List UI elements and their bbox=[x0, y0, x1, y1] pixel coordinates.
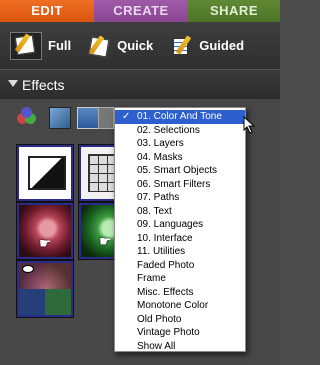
dropdown-option[interactable]: Misc. Effects bbox=[115, 286, 245, 300]
effects-panel-header[interactable]: Effects bbox=[0, 69, 280, 100]
full-mode-label: Full bbox=[48, 38, 72, 53]
dropdown-option-label: Monotone Color bbox=[137, 300, 209, 311]
dropdown-option-label: Frame bbox=[137, 273, 166, 284]
checkmark-icon: ✓ bbox=[122, 111, 131, 122]
guided-edit-icon bbox=[167, 34, 193, 57]
dropdown-option-label: 08. Text bbox=[137, 205, 172, 217]
dropdown-option-label: Old Photo bbox=[137, 313, 182, 325]
dropdown-option[interactable]: 09. Languages bbox=[115, 218, 245, 232]
dropdown-option-label: 01. Color And Tone bbox=[137, 111, 222, 122]
dropdown-option-label: 10. Interface bbox=[137, 232, 193, 244]
hand-cursor-icon: ☛ bbox=[39, 235, 52, 251]
workspace-tabs: EDIT CREATE SHARE bbox=[0, 0, 280, 22]
dropdown-option[interactable]: 10. Interface bbox=[115, 232, 245, 246]
filters-icon[interactable] bbox=[49, 107, 71, 129]
effect-thumbnail-contrast[interactable] bbox=[17, 145, 73, 201]
effects-category-dropdown[interactable]: ✓ 01. Color And Tone 02. Selections 03. Lay… bbox=[114, 107, 246, 352]
eye-icon bbox=[22, 265, 34, 273]
tab-edit[interactable]: EDIT bbox=[0, 0, 94, 22]
dropdown-option-label: 09. Languages bbox=[137, 219, 204, 230]
guided-mode-label: Guided bbox=[199, 38, 245, 53]
dropdown-option-label: 06. Smart Filters bbox=[137, 178, 211, 190]
dropdown-option-label: Misc. Effects bbox=[137, 286, 194, 298]
dropdown-option[interactable]: 08. Text bbox=[115, 205, 245, 219]
edit-mode-bar: Full Quick Guided bbox=[0, 22, 280, 69]
dropdown-option-label: 07. Paths bbox=[137, 192, 180, 203]
dropdown-option[interactable]: 05. Smart Objects bbox=[115, 164, 245, 178]
dropdown-option-label: Faded Photo bbox=[137, 259, 195, 271]
collapse-triangle-icon[interactable] bbox=[8, 80, 18, 87]
dropdown-option[interactable]: Frame bbox=[115, 272, 245, 286]
dropdown-option[interactable]: 04. Masks bbox=[115, 151, 245, 165]
quick-edit-icon bbox=[85, 34, 111, 57]
effect-thumbnail-red-apple[interactable]: ☛ bbox=[17, 203, 73, 259]
dropdown-option-label: Vintage Photo bbox=[137, 327, 200, 338]
photo-effects-icon[interactable] bbox=[98, 107, 114, 129]
dropdown-option-label: 04. Masks bbox=[137, 151, 183, 163]
dropdown-option[interactable]: ✓ 01. Color And Tone bbox=[115, 110, 245, 124]
dropdown-option-label: 05. Smart Objects bbox=[137, 165, 218, 176]
dropdown-option-label: Show All bbox=[137, 340, 176, 352]
dropdown-option[interactable]: Faded Photo bbox=[115, 259, 245, 273]
dropdown-option[interactable]: 03. Layers bbox=[115, 137, 245, 151]
layer-styles-icon[interactable] bbox=[77, 107, 99, 129]
hand-cursor-icon: ☛ bbox=[99, 233, 112, 249]
dropdown-option[interactable]: 07. Paths bbox=[115, 191, 245, 205]
tab-share[interactable]: SHARE bbox=[188, 0, 280, 22]
full-edit-icon bbox=[10, 31, 42, 60]
dropdown-option-label: 11. Utilities bbox=[137, 246, 186, 257]
quick-mode-button[interactable]: Quick bbox=[85, 34, 154, 57]
dropdown-option-label: 02. Selections bbox=[137, 124, 200, 136]
dropdown-options: ✓ 01. Color And Tone 02. Selections 03. Lay… bbox=[115, 108, 245, 353]
guided-mode-button[interactable]: Guided bbox=[167, 34, 245, 57]
effect-thumbnail-split[interactable] bbox=[17, 261, 73, 317]
dropdown-option[interactable]: Monotone Color bbox=[115, 299, 245, 313]
dropdown-option[interactable]: Old Photo bbox=[115, 313, 245, 327]
effects-panel-title: Effects bbox=[22, 77, 65, 93]
full-mode-button[interactable]: Full bbox=[10, 31, 72, 60]
dropdown-option[interactable]: 02. Selections bbox=[115, 124, 245, 138]
dropdown-option[interactable]: Vintage Photo bbox=[115, 326, 245, 340]
dropdown-option[interactable]: Show All bbox=[115, 340, 245, 354]
dropdown-option[interactable]: 06. Smart Filters bbox=[115, 178, 245, 192]
arrow-cursor-icon bbox=[243, 116, 256, 134]
quick-mode-label: Quick bbox=[117, 38, 154, 53]
styles-icon[interactable] bbox=[17, 107, 37, 127]
tab-create[interactable]: CREATE bbox=[94, 0, 188, 22]
dropdown-option[interactable]: 11. Utilities bbox=[115, 245, 245, 259]
dropdown-option-label: 03. Layers bbox=[137, 138, 184, 149]
